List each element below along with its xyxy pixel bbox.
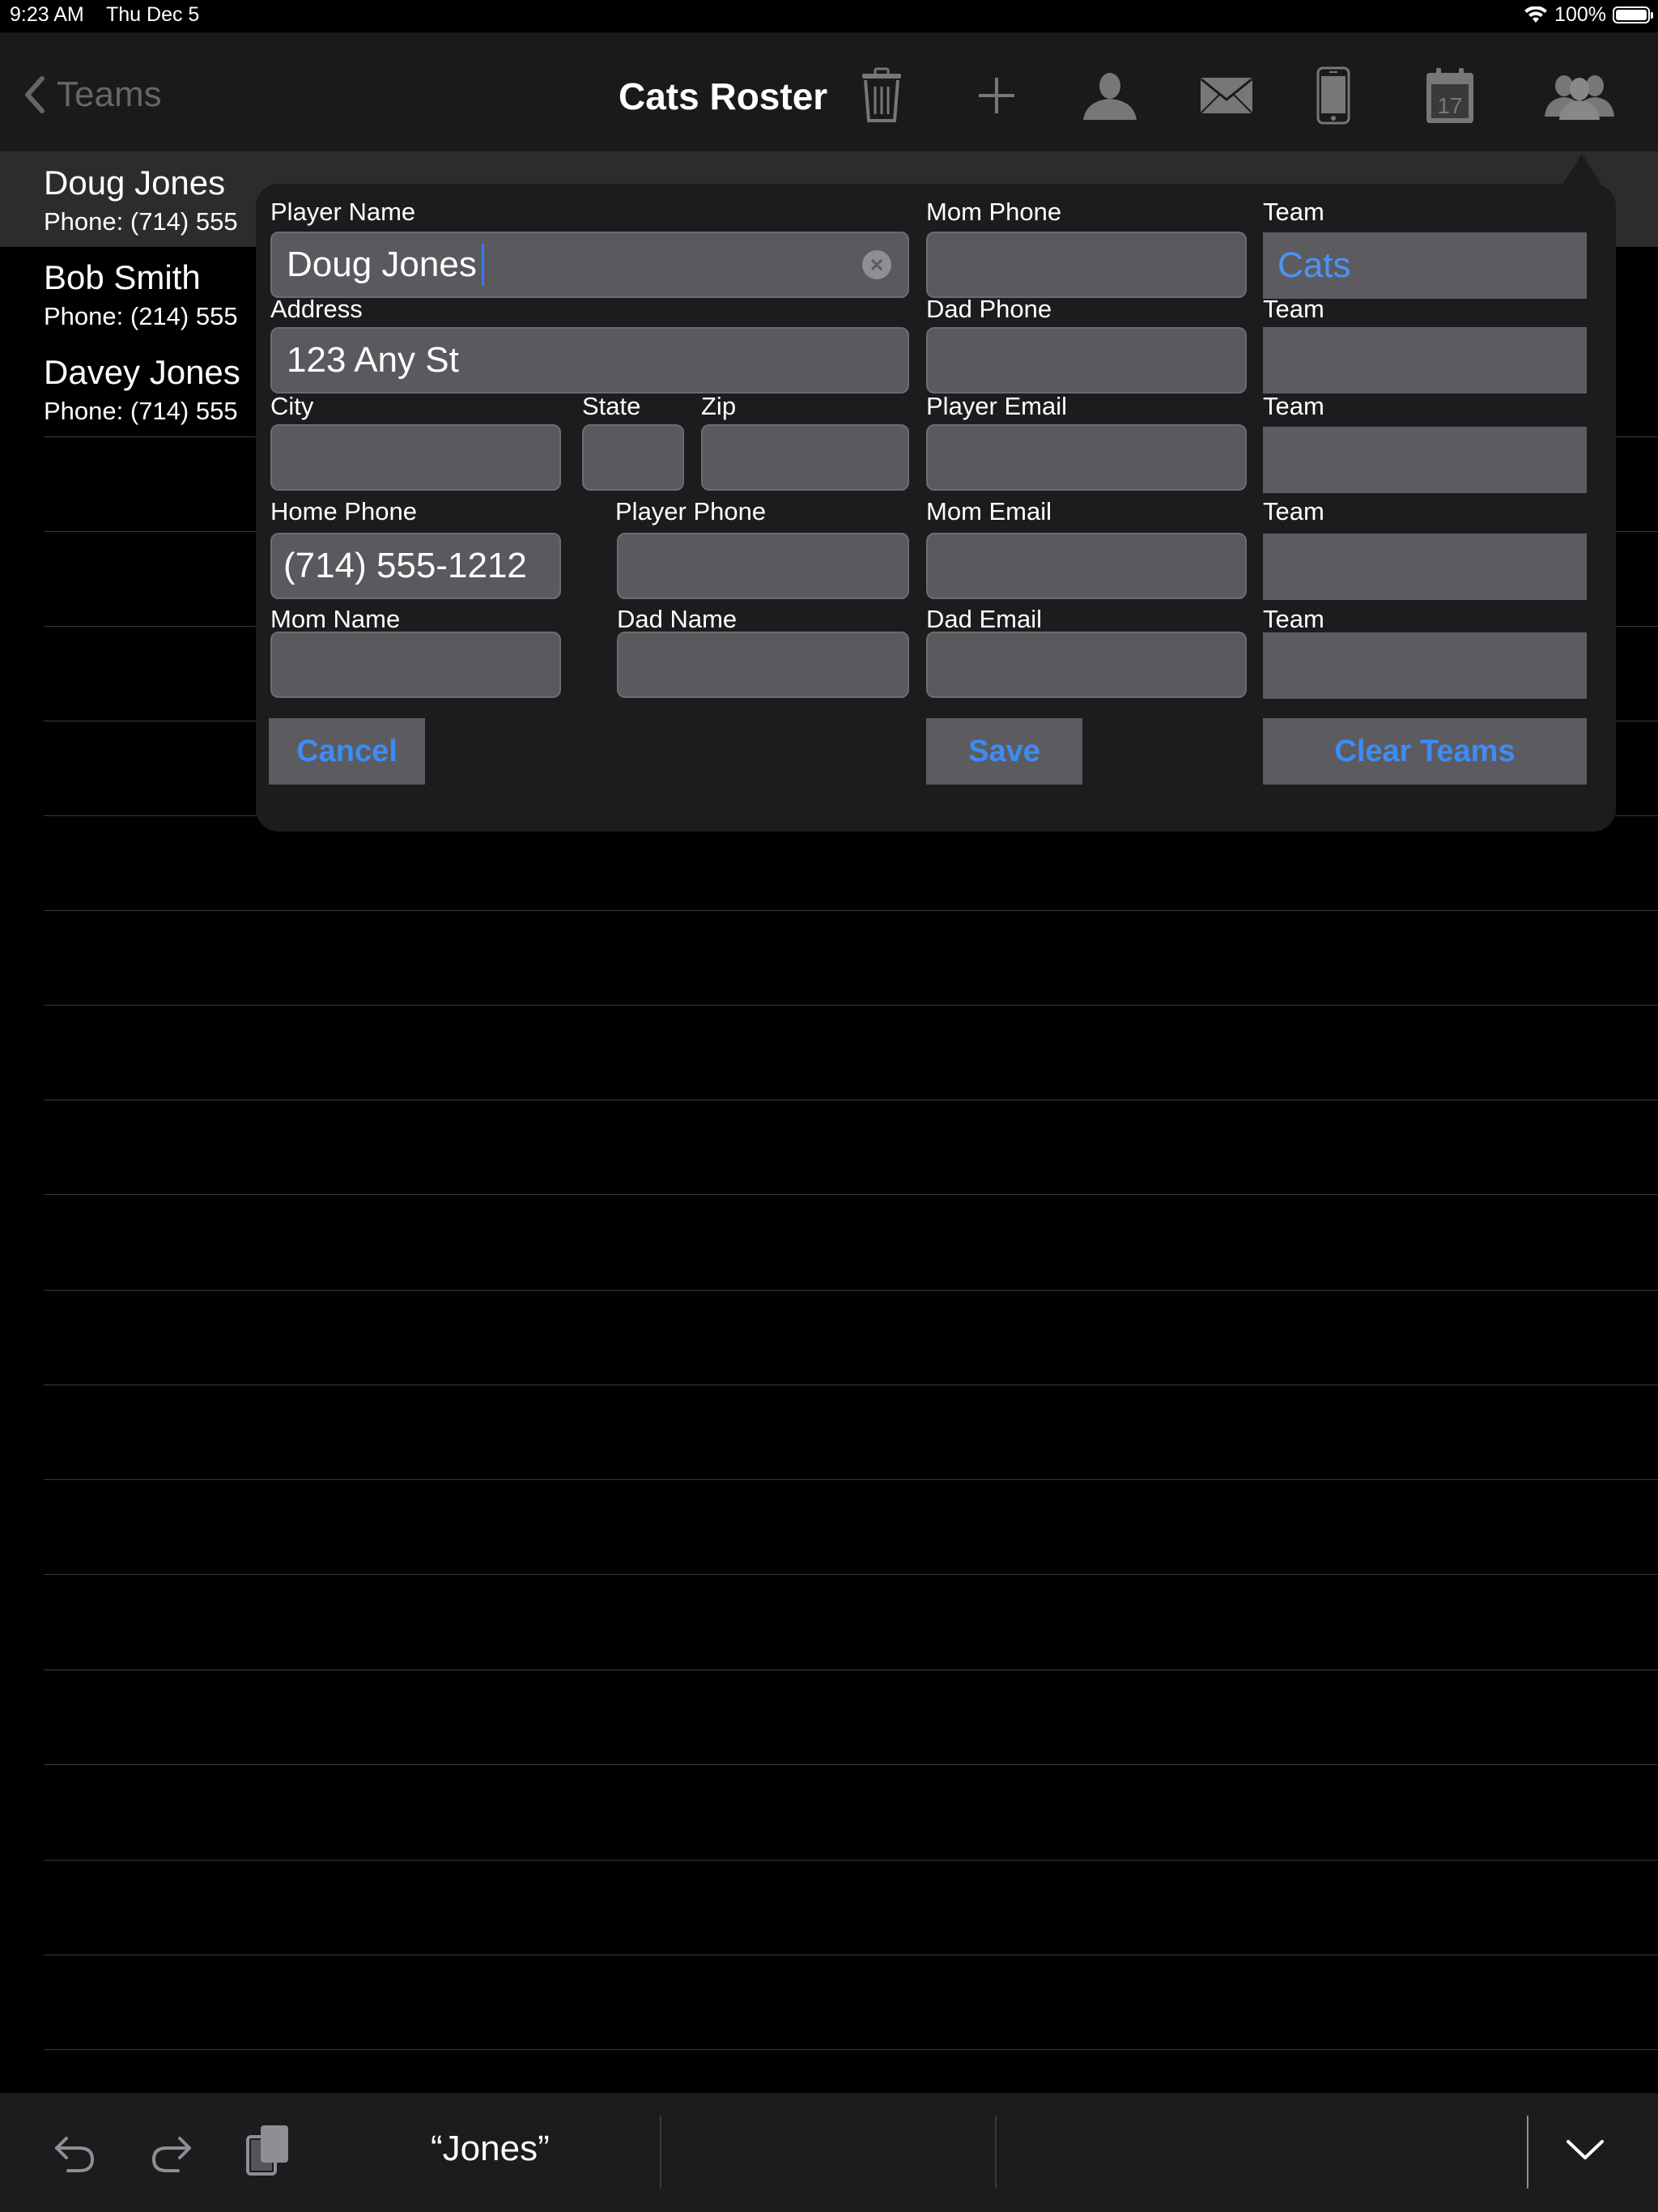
cancel-button[interactable]: Cancel [269, 718, 425, 785]
battery-percent: 100% [1554, 3, 1606, 26]
team-input[interactable] [1263, 427, 1587, 493]
back-button[interactable]: Teams [24, 74, 162, 115]
player-name-input[interactable] [270, 232, 909, 298]
person-icon[interactable] [1073, 63, 1146, 128]
row-separator [44, 1194, 1658, 1195]
dismiss-keyboard-icon[interactable] [1565, 2133, 1605, 2166]
player-phone-label: Player Phone [615, 497, 767, 525]
wifi-icon [1524, 6, 1548, 23]
dad-name-label: Dad Name [617, 605, 738, 633]
home-phone-label: Home Phone [270, 497, 417, 525]
player-email-label: Player Email [926, 392, 1067, 420]
battery-icon [1613, 6, 1653, 23]
row-separator [44, 1764, 1658, 1765]
keyboard-shortcut-bar: “Jones” [0, 2093, 1658, 2212]
mom-phone-label: Mom Phone [926, 198, 1062, 226]
row-separator [44, 1290, 1658, 1291]
row-separator [44, 1479, 1658, 1480]
player-phone: Phone: (714) 555 [44, 397, 238, 425]
plus-icon[interactable] [960, 63, 1033, 128]
home-phone-input[interactable] [270, 533, 561, 599]
address-label: Address [270, 295, 363, 323]
status-bar: 9:23 AM Thu Dec 5 100% [0, 0, 1658, 32]
city-input[interactable] [270, 424, 561, 491]
paste-icon[interactable] [244, 2122, 293, 2177]
status-indicators: 100% [1524, 3, 1653, 27]
player-email-input[interactable] [926, 424, 1247, 491]
popover-arrow [1562, 154, 1601, 185]
team-input[interactable] [1263, 632, 1587, 699]
mom-name-input[interactable] [270, 632, 561, 698]
row-separator [44, 910, 1658, 911]
chevron-left-icon [25, 76, 45, 113]
zip-label: Zip [701, 392, 737, 420]
team-input[interactable] [1263, 534, 1587, 600]
mom-phone-input[interactable] [926, 232, 1247, 298]
svg-text:17: 17 [1437, 93, 1462, 118]
status-date: Thu Dec 5 [106, 3, 200, 26]
row-separator [44, 1860, 1658, 1861]
clear-teams-button[interactable]: Clear Teams [1263, 718, 1587, 785]
state-label: State [582, 392, 641, 420]
team-input[interactable] [1263, 232, 1587, 299]
state-input[interactable] [582, 424, 684, 491]
undo-icon[interactable] [52, 2129, 97, 2174]
phone-icon[interactable] [1297, 63, 1370, 128]
row-separator [44, 1574, 1658, 1575]
player-phone-input[interactable] [617, 533, 909, 599]
player-phone: Phone: (214) 555 [44, 302, 238, 330]
group-icon[interactable] [1543, 63, 1616, 128]
team-input[interactable] [1263, 327, 1587, 393]
suggestion-divider [660, 2116, 661, 2189]
address-input[interactable] [270, 327, 909, 393]
row-separator [44, 1005, 1658, 1006]
suggestion-divider [995, 2116, 997, 2189]
player-phone: Phone: (714) 555 [44, 207, 238, 236]
save-button[interactable]: Save [926, 718, 1082, 785]
team-label: Team [1263, 198, 1324, 226]
player-name: Bob Smith [44, 258, 201, 296]
team-label: Team [1263, 392, 1324, 420]
dad-email-input[interactable] [926, 632, 1247, 698]
city-label: City [270, 392, 314, 420]
page-title: Cats Roster [619, 75, 828, 117]
player-name: Davey Jones [44, 353, 240, 391]
status-time: 9:23 AM [10, 3, 84, 26]
edit-player-popover: Player Name Address City State Zip Home … [256, 184, 1616, 832]
dad-email-label: Dad Email [926, 605, 1042, 633]
team-label: Team [1263, 295, 1324, 323]
navigation-bar: Teams Cats Roster 17 [0, 32, 1658, 152]
team-label: Team [1263, 605, 1324, 633]
mail-icon[interactable] [1190, 63, 1263, 128]
redo-icon[interactable] [149, 2129, 194, 2174]
team-label: Team [1263, 497, 1324, 525]
mom-name-label: Mom Name [270, 605, 401, 633]
player-name-label: Player Name [270, 198, 416, 226]
text-cursor [482, 244, 484, 286]
suggestion-item[interactable]: “Jones” [431, 2129, 550, 2169]
back-label: Teams [57, 74, 162, 114]
mom-email-input[interactable] [926, 533, 1247, 599]
dad-name-input[interactable] [617, 632, 909, 698]
suggestion-divider [1527, 2116, 1528, 2189]
clear-text-icon[interactable] [862, 250, 891, 279]
player-name: Doug Jones [44, 164, 226, 202]
dad-phone-label: Dad Phone [926, 295, 1052, 323]
trash-icon[interactable] [845, 63, 918, 128]
calendar-icon[interactable]: 17 [1414, 63, 1486, 128]
row-separator [44, 2049, 1658, 2050]
mom-email-label: Mom Email [926, 497, 1052, 525]
zip-input[interactable] [701, 424, 909, 491]
dad-phone-input[interactable] [926, 327, 1247, 393]
